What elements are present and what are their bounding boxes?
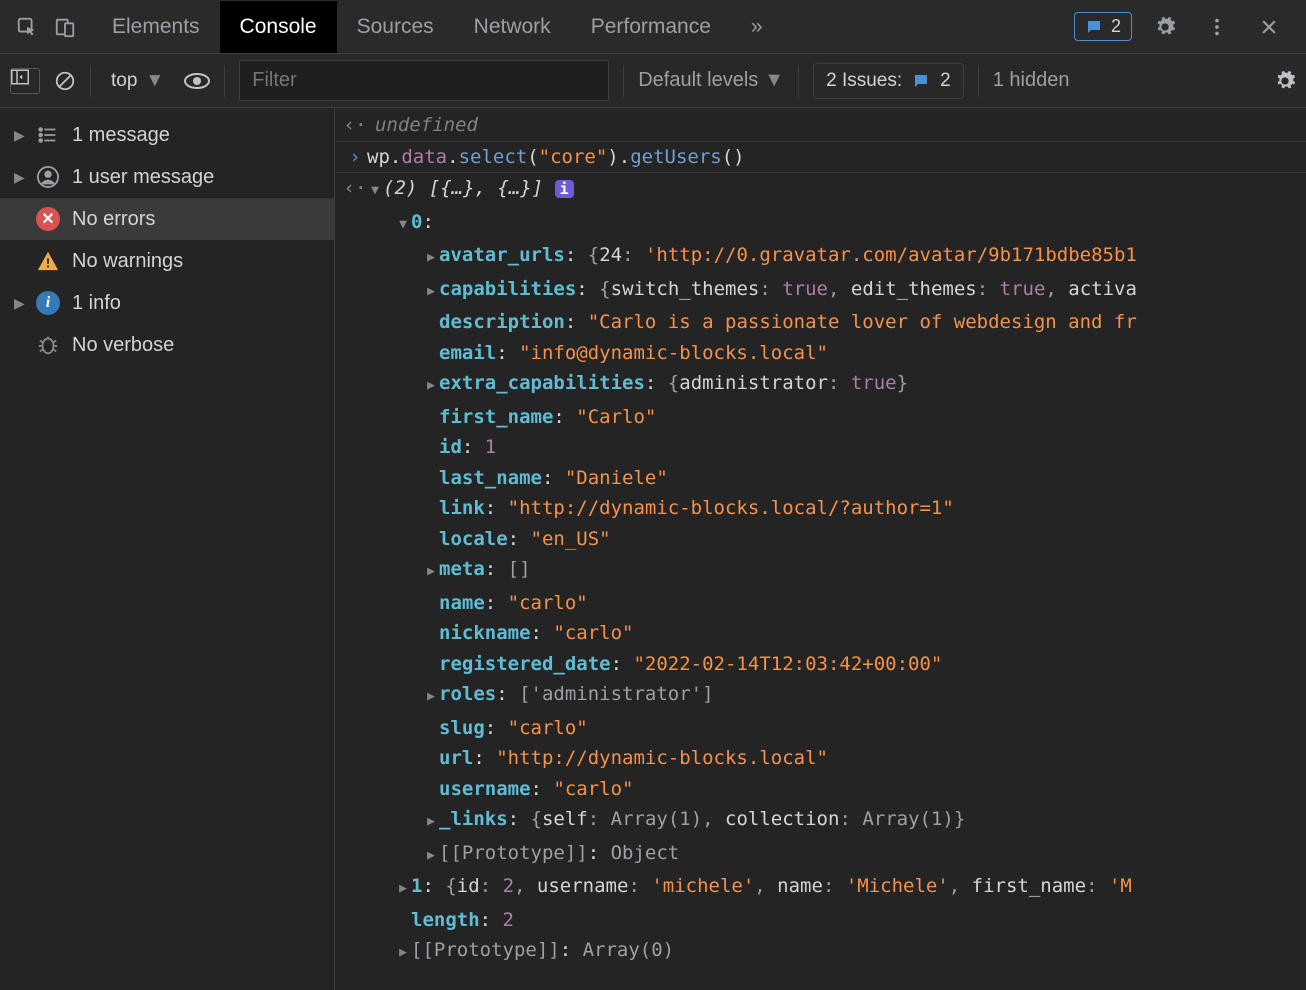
undefined-value: undefined	[367, 110, 1306, 141]
sidebar-label: 1 user message	[72, 166, 214, 189]
info-badge[interactable]: i	[555, 180, 574, 198]
prompt-icon: ›	[343, 142, 367, 173]
expand-toggle-icon[interactable]: ▶	[395, 938, 411, 969]
devtools-tabs: Elements Console Sources Network Perform…	[92, 1, 1074, 53]
sidebar-verbose[interactable]: No verbose	[0, 324, 334, 366]
object-property[interactable]: length: 2	[335, 905, 1306, 936]
info-icon: i	[36, 291, 60, 315]
expand-toggle-icon[interactable]: ▶	[423, 371, 439, 402]
expand-toggle-icon[interactable]: ▶	[423, 277, 439, 308]
object-property[interactable]: link: "http://dynamic-blocks.local/?auth…	[335, 493, 1306, 524]
expand-toggle-icon[interactable]: ▼	[367, 176, 383, 207]
object-prototype[interactable]: ▶[[Prototype]]: Object	[335, 838, 1306, 872]
expand-arrow-icon: ▶	[14, 169, 24, 186]
return-arrow-icon: ‹·	[343, 110, 367, 141]
sidebar-toggle-icon[interactable]	[10, 68, 40, 94]
user-icon	[36, 165, 60, 189]
return-arrow-icon: ‹·	[343, 173, 367, 207]
sidebar-label: No verbose	[72, 334, 174, 357]
object-property[interactable]: email: "info@dynamic-blocks.local"	[335, 338, 1306, 369]
console-input-line[interactable]: › wp.data.select("core").getUsers()	[335, 141, 1306, 173]
sidebar-label: No errors	[72, 208, 155, 231]
chat-icon	[912, 72, 930, 90]
devtools-topbar: Elements Console Sources Network Perform…	[0, 0, 1306, 54]
tab-network[interactable]: Network	[454, 1, 571, 53]
sidebar-user-messages[interactable]: ▶ 1 user message	[0, 156, 334, 198]
inspect-icon[interactable]	[8, 8, 46, 46]
object-property[interactable]: nickname: "carlo"	[335, 618, 1306, 649]
top-issues-badge[interactable]: 2	[1074, 12, 1132, 41]
live-expression-icon[interactable]	[184, 72, 210, 90]
sidebar-messages[interactable]: ▶ 1 message	[0, 114, 334, 156]
expand-toggle-icon[interactable]: ▶	[423, 557, 439, 588]
warning-icon	[36, 249, 60, 273]
issues-label: 2 Issues:	[826, 70, 902, 92]
expand-toggle-icon[interactable]: ▶	[423, 243, 439, 274]
tab-sources[interactable]: Sources	[337, 1, 454, 53]
tab-performance[interactable]: Performance	[571, 1, 731, 53]
console-output: ‹· undefined › wp.data.select("core").ge…	[335, 108, 1306, 990]
object-prototype[interactable]: ▶[[Prototype]]: Array(0)	[335, 935, 1306, 969]
hidden-count[interactable]: 1 hidden	[993, 69, 1070, 92]
object-property[interactable]: ▶avatar_urls: {24: 'http://0.gravatar.co…	[335, 240, 1306, 274]
object-property[interactable]: ▶extra_capabilities: {administrator: tru…	[335, 368, 1306, 402]
object-property[interactable]: ▶_links: {self: Array(1), collection: Ar…	[335, 804, 1306, 838]
toolbar-issues-box[interactable]: 2 Issues: 2	[813, 63, 964, 99]
log-levels-selector[interactable]: Default levels ▼	[638, 69, 784, 92]
console-toolbar: top ▼ Default levels ▼ 2 Issues: 2 1 hid…	[0, 54, 1306, 108]
issues-count: 2	[940, 70, 951, 92]
console-return-line: ‹· undefined	[335, 110, 1306, 141]
chevron-down-icon: ▼	[145, 70, 164, 92]
device-toggle-icon[interactable]	[46, 8, 84, 46]
tab-console[interactable]: Console	[220, 1, 337, 53]
context-label: top	[111, 70, 137, 92]
sidebar-info[interactable]: ▶ i 1 info	[0, 282, 334, 324]
settings-gear-icon[interactable]	[1146, 8, 1184, 46]
object-property[interactable]: name: "carlo"	[335, 588, 1306, 619]
context-selector[interactable]: top ▼	[105, 66, 170, 96]
chevron-down-icon: ▼	[764, 69, 784, 92]
expand-arrow-icon: ▶	[14, 295, 24, 312]
sidebar-errors[interactable]: ✕ No errors	[0, 198, 334, 240]
top-issues-count: 2	[1111, 16, 1121, 37]
object-property[interactable]: ▶capabilities: {switch_themes: true, edi…	[335, 274, 1306, 308]
expand-toggle-icon[interactable]: ▼	[395, 210, 411, 241]
expand-toggle-icon[interactable]: ▶	[423, 841, 439, 872]
object-entry[interactable]: ▶1: {id: 2, username: 'michele', name: '…	[335, 871, 1306, 905]
clear-console-icon[interactable]	[54, 70, 76, 92]
sidebar-label: No warnings	[72, 250, 183, 273]
object-property[interactable]: registered_date: "2022-02-14T12:03:42+00…	[335, 649, 1306, 680]
chat-icon	[1085, 18, 1103, 36]
object-property[interactable]: username: "carlo"	[335, 774, 1306, 805]
tab-overflow[interactable]: »	[731, 1, 783, 53]
list-icon	[36, 123, 60, 147]
object-property[interactable]: url: "http://dynamic-blocks.local"	[335, 743, 1306, 774]
tab-elements[interactable]: Elements	[92, 1, 220, 53]
object-property[interactable]: ▶meta: []	[335, 554, 1306, 588]
object-property[interactable]: id: 1	[335, 432, 1306, 463]
console-settings-gear-icon[interactable]	[1274, 70, 1296, 92]
expand-toggle-icon[interactable]: ▶	[423, 807, 439, 838]
object-property[interactable]: last_name: "Daniele"	[335, 463, 1306, 494]
bug-icon	[36, 333, 60, 357]
filter-input[interactable]	[239, 60, 609, 101]
console-sidebar: ▶ 1 message ▶ 1 user message ✕ No errors…	[0, 108, 335, 990]
object-property[interactable]: ▶roles: ['administrator']	[335, 679, 1306, 713]
object-property[interactable]: locale: "en_US"	[335, 524, 1306, 555]
console-result-line[interactable]: ‹· ▼(2) [{…}, {…}] i	[335, 172, 1306, 207]
expand-toggle-icon[interactable]: ▶	[423, 682, 439, 713]
expand-arrow-icon: ▶	[14, 127, 24, 144]
sidebar-label: 1 info	[72, 292, 121, 315]
sidebar-label: 1 message	[72, 124, 170, 147]
object-entry[interactable]: ▼0:	[335, 207, 1306, 241]
object-property[interactable]: slug: "carlo"	[335, 713, 1306, 744]
error-icon: ✕	[36, 207, 60, 231]
object-property[interactable]: first_name: "Carlo"	[335, 402, 1306, 433]
close-icon[interactable]	[1250, 8, 1288, 46]
sidebar-warnings[interactable]: No warnings	[0, 240, 334, 282]
expand-toggle-icon[interactable]: ▶	[395, 874, 411, 905]
kebab-menu-icon[interactable]	[1198, 8, 1236, 46]
object-property[interactable]: description: "Carlo is a passionate love…	[335, 307, 1306, 338]
